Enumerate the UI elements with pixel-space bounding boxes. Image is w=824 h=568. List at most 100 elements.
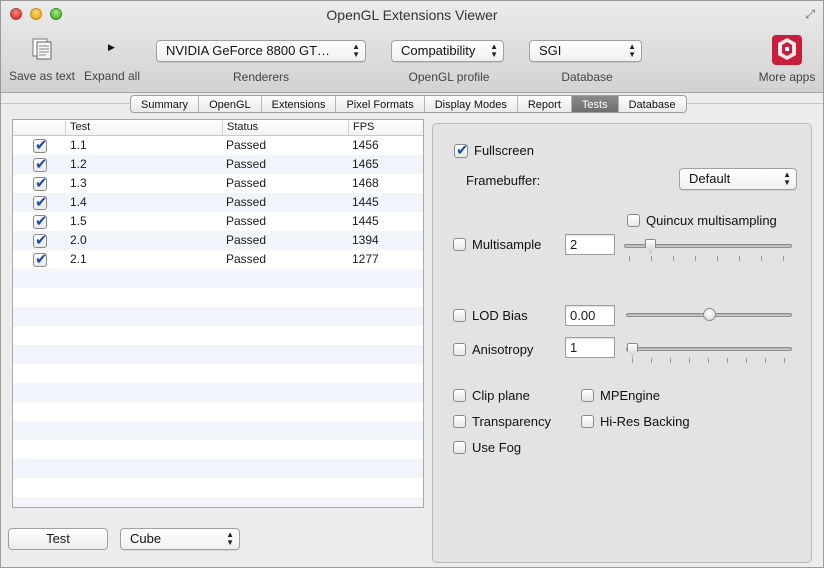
table-row[interactable]: 1.5 Passed 1445	[13, 212, 423, 231]
anisotropy-slider-track[interactable]	[626, 347, 792, 351]
more-apps-button[interactable]: More apps	[753, 33, 821, 87]
anisotropy-option[interactable]: Anisotropy	[453, 342, 533, 357]
row-status: Passed	[226, 252, 267, 266]
popup-arrows-icon: ▲ ▼	[783, 170, 791, 187]
disclosure-triangle-icon: ▶	[108, 42, 115, 52]
tab-database[interactable]: Database	[619, 96, 686, 112]
anisotropy-checkbox[interactable]	[453, 343, 466, 356]
test-shape-value: Cube	[130, 531, 162, 546]
lod-bias-slider-knob[interactable]	[703, 308, 716, 321]
column-header-test[interactable]: Test	[65, 121, 222, 135]
fullscreen-toggle-icon[interactable]: ⤢	[805, 7, 815, 22]
tab-summary[interactable]: Summary	[131, 96, 200, 112]
row-status: Passed	[226, 214, 267, 228]
table-row[interactable]: 1.2 Passed 1465	[13, 155, 423, 174]
more-apps-label: More apps	[758, 70, 816, 84]
table-row	[13, 307, 423, 326]
row-fps: 1445	[352, 214, 379, 228]
toolbar: OpenGL Extensions Viewer ⤢ Save as text …	[1, 1, 823, 93]
expand-all-button[interactable]: ▶ Expand all	[81, 37, 143, 87]
row-checkbox[interactable]	[33, 231, 48, 249]
row-status: Passed	[226, 233, 267, 247]
table-row	[13, 345, 423, 364]
mpengine-option[interactable]: MPEngine	[581, 388, 660, 403]
mpengine-label: MPEngine	[600, 388, 660, 403]
row-checkbox[interactable]	[33, 155, 48, 173]
tests-table: Test Status FPS 1.1 Passed 1456 1.2 Passed 14…	[12, 119, 424, 508]
framebuffer-value: Default	[689, 171, 731, 186]
hires-backing-checkbox[interactable]	[581, 415, 594, 428]
tab-pixel-formats[interactable]: Pixel Formats	[336, 96, 425, 112]
anisotropy-field[interactable]: 1	[565, 337, 615, 358]
popup-arrows-icon: ▲ ▼	[628, 42, 636, 59]
row-checkbox[interactable]	[33, 250, 48, 268]
clip-plane-checkbox[interactable]	[453, 389, 466, 402]
quincux-option[interactable]: Quincux multisampling	[627, 213, 777, 228]
multisample-field[interactable]: 2	[565, 234, 615, 255]
row-test: 1.4	[70, 195, 87, 209]
table-row[interactable]: 1.4 Passed 1445	[13, 193, 423, 212]
lod-bias-checkbox[interactable]	[453, 309, 466, 322]
tab-tests[interactable]: Tests	[571, 96, 619, 112]
quincux-checkbox[interactable]	[627, 214, 640, 227]
lod-bias-field[interactable]: 0.00	[565, 305, 615, 326]
row-test: 2.1	[70, 252, 87, 266]
table-row	[13, 459, 423, 478]
table-header: Test Status FPS	[13, 120, 423, 136]
multisample-option[interactable]: Multisample	[453, 237, 541, 252]
column-header-check[interactable]	[13, 121, 65, 135]
fullscreen-checkbox[interactable]	[454, 141, 469, 159]
transparency-option[interactable]: Transparency	[453, 414, 551, 429]
row-checkbox[interactable]	[33, 212, 48, 230]
row-fps: 1277	[352, 252, 379, 266]
database-value: SGI	[539, 43, 562, 58]
opengl-profile-select[interactable]: Compatibility ▲ ▼	[391, 40, 504, 62]
row-test: 2.0	[70, 233, 87, 247]
save-as-text-button[interactable]: Save as text	[7, 37, 77, 87]
mpengine-checkbox[interactable]	[581, 389, 594, 402]
hires-backing-option[interactable]: Hi-Res Backing	[581, 414, 690, 429]
row-status: Passed	[226, 157, 267, 171]
row-test: 1.3	[70, 176, 87, 190]
tab-display-modes[interactable]: Display Modes	[425, 96, 518, 112]
row-checkbox[interactable]	[33, 174, 48, 192]
use-fog-checkbox[interactable]	[453, 441, 466, 454]
table-row[interactable]: 1.3 Passed 1468	[13, 174, 423, 193]
tab-extensions[interactable]: Extensions	[262, 96, 337, 112]
test-button[interactable]: Test	[8, 528, 108, 550]
renderer-select[interactable]: NVIDIA GeForce 8800 GT… ▲ ▼	[156, 40, 366, 62]
renderers-label: Renderers	[232, 70, 290, 84]
row-checkbox[interactable]	[33, 136, 48, 154]
row-status: Passed	[226, 138, 267, 152]
lod-bias-label: LOD Bias	[472, 308, 528, 323]
transparency-checkbox[interactable]	[453, 415, 466, 428]
lod-bias-option[interactable]: LOD Bias	[453, 308, 528, 323]
transparency-label: Transparency	[472, 414, 551, 429]
row-fps: 1394	[352, 233, 379, 247]
column-header-status[interactable]: Status	[222, 121, 348, 135]
quincux-label: Quincux multisampling	[646, 213, 777, 228]
table-row[interactable]: 1.1 Passed 1456	[13, 136, 423, 155]
table-row	[13, 364, 423, 383]
framebuffer-label: Framebuffer:	[466, 173, 541, 188]
row-test: 1.5	[70, 214, 87, 228]
multisample-checkbox[interactable]	[453, 238, 466, 251]
table-row[interactable]: 2.0 Passed 1394	[13, 231, 423, 250]
clip-plane-option[interactable]: Clip plane	[453, 388, 530, 403]
table-row[interactable]: 2.1 Passed 1277	[13, 250, 423, 269]
framebuffer-select[interactable]: Default ▲ ▼	[679, 168, 797, 190]
table-row	[13, 402, 423, 421]
row-checkbox[interactable]	[33, 193, 48, 211]
fullscreen-option[interactable]: Fullscreen	[454, 141, 534, 159]
database-select[interactable]: SGI ▲ ▼	[529, 40, 642, 62]
test-shape-select[interactable]: Cube ▲ ▼	[120, 528, 240, 550]
multisample-slider-ticks	[629, 256, 789, 262]
tab-opengl[interactable]: OpenGL	[199, 96, 262, 112]
column-header-fps[interactable]: FPS	[348, 121, 423, 135]
table-row	[13, 497, 423, 507]
tab-report[interactable]: Report	[518, 96, 572, 112]
use-fog-option[interactable]: Use Fog	[453, 440, 521, 455]
row-test: 1.1	[70, 138, 87, 152]
row-status: Passed	[226, 195, 267, 209]
anisotropy-label: Anisotropy	[472, 342, 534, 357]
